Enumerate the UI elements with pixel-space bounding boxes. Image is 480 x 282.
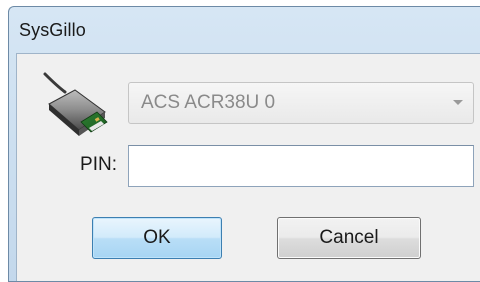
cancel-button[interactable]: Cancel <box>277 217 421 259</box>
dialog-window: SysGillo ACS ACR38U 0 PIN: OK Cancel <box>8 6 480 282</box>
smart-card-reader-icon <box>43 72 108 136</box>
window-title: SysGillo <box>19 19 86 40</box>
pin-label: PIN: <box>80 154 117 175</box>
reader-select-value: ACS ACR38U 0 <box>141 92 276 113</box>
dialog-body: ACS ACR38U 0 PIN: OK Cancel <box>16 53 480 281</box>
reader-select[interactable]: ACS ACR38U 0 <box>128 82 474 124</box>
ok-button[interactable]: OK <box>92 217 222 259</box>
pin-input[interactable] <box>128 145 474 187</box>
chevron-down-icon[interactable] <box>443 99 473 107</box>
title-bar[interactable]: SysGillo <box>9 7 480 53</box>
